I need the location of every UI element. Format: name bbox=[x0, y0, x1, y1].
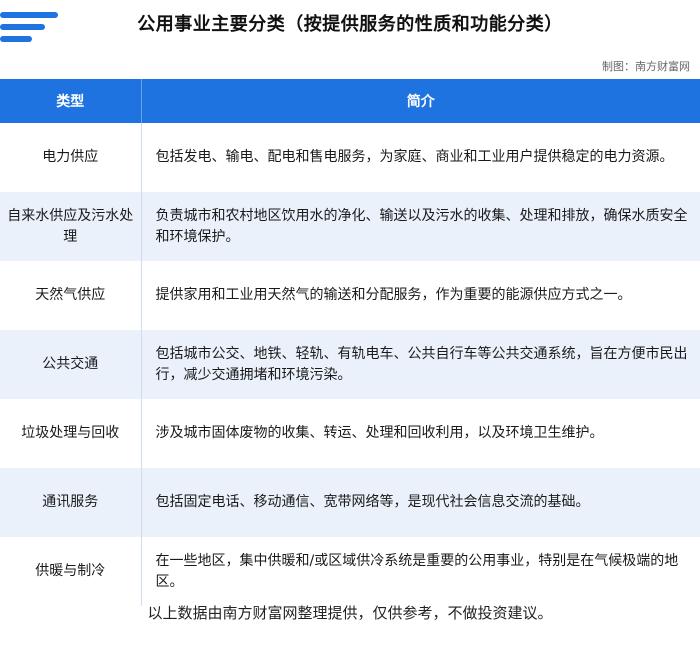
cell-type: 自来水供应及污水处理 bbox=[0, 192, 142, 261]
disclaimer-note: 以上数据由南方财富网整理提供，仅供参考，不做投资建议。 bbox=[147, 604, 553, 622]
cell-type: 电力供应 bbox=[0, 123, 142, 192]
cell-type: 公共交通 bbox=[0, 330, 142, 399]
cell-description: 包括发电、输电、配电和售电服务，为家庭、商业和工业用户提供稳定的电力资源。 bbox=[155, 149, 674, 165]
table-row: 天然气供应 提供家用和工业用天然气的输送和分配服务，作为重要的能源供应方式之一。 bbox=[0, 261, 700, 330]
column-header-type: 类型 bbox=[0, 79, 142, 123]
table-row: 供暖与制冷 在一些地区，集中供暖和/或区域供冷系统是重要的公用事业，特别是在气候… bbox=[0, 537, 700, 606]
cell-type: 垃圾处理与回收 bbox=[0, 399, 142, 468]
table-row: 电力供应 包括发电、输电、配电和售电服务，为家庭、商业和工业用户提供稳定的电力资… bbox=[0, 123, 700, 192]
cell-description: 包括城市公交、地铁、轻轨、有轨电车、公共自行车等公共交通系统，旨在方便市民出行，… bbox=[155, 345, 688, 383]
utility-classification-table: 类型 简介 电力供应 包括发电、输电、配电和售电服务，为家庭、商业和工业用户提供… bbox=[0, 79, 700, 606]
cell-description: 涉及城市固体废物的收集、转运、处理和回收利用，以及环境卫生维护。 bbox=[155, 425, 604, 441]
chart-credit: 制图：南方财富网 bbox=[602, 60, 690, 73]
cell-description: 负责城市和农村地区饮用水的净化、输送以及污水的收集、处理和排放，确保水质安全和环… bbox=[155, 207, 688, 245]
stripe-bar bbox=[0, 36, 32, 42]
page-title: 公用事业主要分类（按提供服务的性质和功能分类） bbox=[137, 14, 563, 35]
cell-description: 在一些地区，集中供暖和/或区域供冷系统是重要的公用事业，特别是在气候极端的地区。 bbox=[155, 552, 679, 590]
column-header-description: 简介 bbox=[141, 79, 700, 123]
cell-description: 提供家用和工业用天然气的输送和分配服务，作为重要的能源供应方式之一。 bbox=[155, 287, 632, 303]
cell-description: 包括固定电话、移动通信、宽带网络等，是现代社会信息交流的基础。 bbox=[155, 494, 590, 510]
table-header-row: 类型 简介 bbox=[0, 79, 700, 123]
table-row: 自来水供应及污水处理 负责城市和农村地区饮用水的净化、输送以及污水的收集、处理和… bbox=[0, 192, 700, 261]
cell-type: 通讯服务 bbox=[0, 468, 142, 537]
table-row: 公共交通 包括城市公交、地铁、轻轨、有轨电车、公共自行车等公共交通系统，旨在方便… bbox=[0, 330, 700, 399]
cell-type: 天然气供应 bbox=[0, 261, 142, 330]
table-row: 垃圾处理与回收 涉及城市固体废物的收集、转运、处理和回收利用，以及环境卫生维护。 bbox=[0, 399, 700, 468]
cell-type: 供暖与制冷 bbox=[0, 537, 142, 606]
table-row: 通讯服务 包括固定电话、移动通信、宽带网络等，是现代社会信息交流的基础。 bbox=[0, 468, 700, 537]
